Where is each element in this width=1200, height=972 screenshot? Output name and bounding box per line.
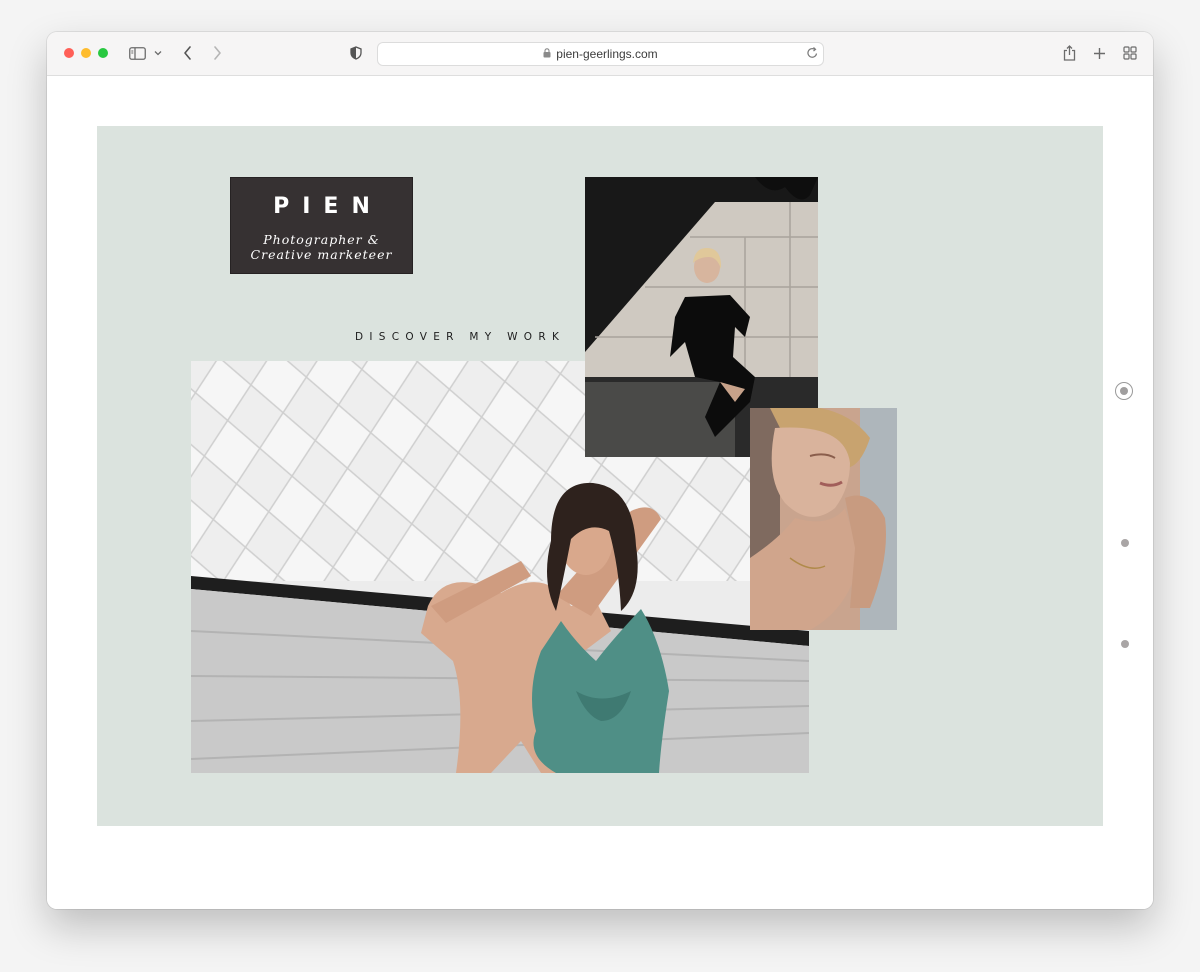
- close-window-button[interactable]: [64, 48, 74, 58]
- back-icon[interactable]: [180, 44, 194, 62]
- address-bar[interactable]: pien-geerlings.com: [377, 42, 824, 66]
- hero-section: PIEN Photographer & Creative marketeer D…: [97, 126, 1133, 826]
- logo-name: PIEN: [273, 194, 383, 219]
- zoom-window-button[interactable]: [98, 48, 108, 58]
- minimize-window-button[interactable]: [81, 48, 91, 58]
- chevron-down-icon[interactable]: [153, 44, 163, 62]
- sidebar-icon[interactable]: [128, 44, 146, 62]
- discover-my-work-link[interactable]: DISCOVER MY WORK: [355, 331, 565, 343]
- slide-nav-dot-1[interactable]: [1115, 382, 1133, 400]
- site-logo[interactable]: PIEN Photographer & Creative marketeer: [230, 177, 413, 274]
- privacy-shield-icon[interactable]: [349, 44, 363, 62]
- slide-nav-dot-3[interactable]: [1121, 640, 1129, 648]
- url-text: pien-geerlings.com: [556, 47, 658, 61]
- forward-icon[interactable]: [210, 44, 224, 62]
- slide-nav-dot-2[interactable]: [1121, 539, 1129, 547]
- page-viewport: PIEN Photographer & Creative marketeer D…: [47, 76, 1153, 909]
- logo-tagline: Photographer & Creative marketeer: [231, 232, 412, 262]
- tab-overview-icon[interactable]: [1122, 44, 1138, 62]
- browser-window: pien-geerlings.com PIEN Photographer & C…: [47, 32, 1153, 909]
- logo-tagline-line2: Creative marketeer: [250, 247, 393, 262]
- lock-icon: [543, 45, 551, 63]
- reload-icon[interactable]: [806, 46, 819, 65]
- woman-closeup-portrait-photo[interactable]: [750, 408, 897, 630]
- logo-tagline-line1: Photographer &: [263, 232, 380, 247]
- new-tab-icon[interactable]: [1091, 44, 1107, 62]
- share-icon[interactable]: [1061, 44, 1077, 62]
- browser-toolbar: pien-geerlings.com: [47, 32, 1153, 76]
